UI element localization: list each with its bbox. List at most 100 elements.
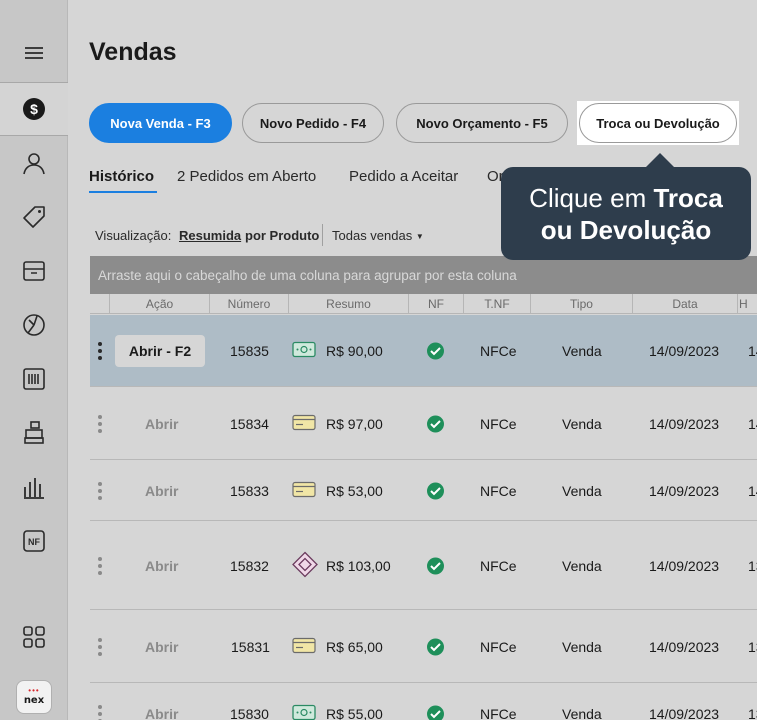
row-menu-icon[interactable]	[98, 556, 102, 575]
column-header-acao[interactable]: Ação	[110, 294, 210, 314]
sidebar-item-apps[interactable]	[0, 610, 68, 664]
nf-check-icon	[427, 342, 444, 359]
row-menu-icon[interactable]	[98, 705, 102, 720]
sale-value: R$ 90,00	[326, 342, 383, 359]
sidebar-item-caixa[interactable]	[0, 406, 68, 460]
nf-check-icon	[427, 638, 444, 655]
sale-number: 15833	[230, 482, 269, 499]
tab-pedidos-aberto[interactable]: 2 Pedidos em Aberto	[177, 168, 316, 185]
column-header-hora[interactable]: H	[738, 294, 757, 314]
sidebar-item-produtos[interactable]	[0, 190, 68, 244]
table-row[interactable]: Abrir 15833 R$ 53,00 NFCe Venda 14/09/20…	[90, 461, 757, 521]
open-sale-button[interactable]: Abrir - F2	[115, 334, 205, 367]
table-row[interactable]: Abrir 15831 R$ 65,00 NFCe Venda 14/09/20…	[90, 611, 757, 683]
column-header-nf[interactable]: NF	[409, 294, 464, 314]
column-header-tipo[interactable]: Tipo	[531, 294, 633, 314]
card-icon	[292, 414, 316, 433]
sale-hour: 14	[748, 342, 757, 359]
sale-number: 15831	[231, 638, 270, 655]
sidebar-item-relatorios[interactable]	[0, 460, 68, 514]
dollar-icon: $	[23, 98, 45, 120]
menu-button[interactable]	[0, 26, 68, 80]
sale-value: R$ 53,00	[326, 482, 383, 499]
column-header-numero[interactable]: Número	[210, 294, 289, 314]
table-row[interactable]: Abrir 15830 R$ 55,00 NFCe Venda 14/09/20…	[90, 684, 757, 720]
novo-pedido-button[interactable]: Novo Pedido - F4	[242, 103, 384, 143]
column-header-tnf[interactable]: T.NF	[464, 294, 531, 314]
table-row[interactable]: Abrir 15832 R$ 103,00 NFCe Venda 14/09/2…	[90, 522, 757, 610]
sidebar-item-nf[interactable]: NF	[0, 514, 68, 568]
nf-type: NFCe	[480, 706, 517, 720]
nf-type: NFCe	[480, 638, 517, 655]
sale-hour: 13	[748, 706, 757, 720]
sale-type: Venda	[562, 342, 602, 359]
sale-number: 15835	[230, 342, 269, 359]
sale-date: 14/09/2023	[649, 706, 720, 720]
nf-type: NFCe	[480, 342, 517, 359]
apps-icon	[23, 626, 45, 648]
filter-dropdown[interactable]: Todas vendas ▼	[332, 228, 424, 243]
row-menu-icon[interactable]	[98, 341, 102, 360]
nf-type: NFCe	[480, 482, 517, 499]
group-by-area[interactable]: Arraste aqui o cabeçalho de uma coluna p…	[90, 256, 757, 294]
sale-date: 14/09/2023	[649, 638, 720, 655]
novo-orcamento-button[interactable]: Novo Orçamento - F5	[396, 103, 568, 143]
table-row[interactable]: Abrir - F2 15835 R$ 90,00 NFCe Venda 14/…	[90, 315, 757, 387]
sale-number: 15834	[230, 415, 269, 432]
open-sale-link[interactable]: Abrir	[145, 558, 178, 574]
nf-check-icon	[427, 557, 444, 574]
open-sale-link[interactable]: Abrir	[145, 639, 178, 655]
column-header-resumo[interactable]: Resumo	[289, 294, 409, 314]
open-sale-link[interactable]: Abrir	[145, 416, 178, 432]
logo-text: nex	[23, 695, 45, 706]
sale-type: Venda	[562, 638, 602, 655]
page-title: Vendas	[89, 38, 177, 66]
sale-date: 14/09/2023	[649, 415, 720, 432]
sidebar-item-clientes[interactable]	[0, 136, 68, 190]
sale-date: 14/09/2023	[649, 342, 720, 359]
chart-bars-icon	[24, 478, 44, 499]
sale-value: R$ 65,00	[326, 638, 383, 655]
box-icon	[23, 261, 45, 281]
table-row[interactable]: Abrir 15834 R$ 97,00 NFCe Venda 14/09/20…	[90, 388, 757, 460]
sidebar-item-codigos[interactable]	[0, 352, 68, 406]
row-menu-icon[interactable]	[98, 414, 102, 433]
tab-historico[interactable]: Histórico	[89, 168, 154, 185]
nex-logo[interactable]: ••• nex	[16, 680, 52, 714]
sidebar-item-estoque[interactable]	[0, 244, 68, 298]
viz-divider	[322, 224, 323, 246]
tooltip-prefix: Clique em	[529, 183, 654, 213]
tooltip-arrow	[645, 153, 675, 168]
cash-icon	[292, 341, 316, 360]
row-menu-icon[interactable]	[98, 481, 102, 500]
visualization-label: Visualização:	[95, 228, 172, 243]
menu-icon	[25, 47, 43, 59]
sale-number: 15832	[230, 557, 269, 574]
sale-hour: 13	[748, 557, 757, 574]
nf-check-icon	[427, 415, 444, 432]
sale-value: R$ 55,00	[326, 706, 383, 720]
onboarding-tooltip: Clique em Troca ou Devolução	[501, 167, 751, 260]
sidebar-item-financeiro[interactable]	[0, 298, 68, 352]
nf-type: NFCe	[480, 557, 517, 574]
sidebar-item-vendas[interactable]: $	[0, 82, 68, 136]
tag-icon	[23, 206, 45, 228]
nova-venda-button[interactable]: Nova Venda - F3	[89, 103, 232, 143]
open-sale-link[interactable]: Abrir	[145, 483, 178, 499]
column-header-data[interactable]: Data	[633, 294, 738, 314]
view-resumida[interactable]: Resumida	[179, 228, 241, 243]
svg-text:$: $	[30, 101, 38, 117]
nf-icon: NF	[23, 530, 45, 552]
row-menu-icon[interactable]	[98, 637, 102, 656]
open-sale-link[interactable]: Abrir	[145, 706, 178, 720]
nf-check-icon	[427, 482, 444, 499]
troca-devolucao-button[interactable]: Troca ou Devolução	[579, 103, 737, 143]
sale-hour: 14	[748, 482, 757, 499]
view-por-produto[interactable]: por Produto	[245, 228, 319, 243]
sale-value: R$ 103,00	[326, 557, 391, 574]
troca-highlight: Troca ou Devolução	[577, 101, 739, 145]
sale-type: Venda	[562, 482, 602, 499]
tooltip-bold-1: Troca	[653, 183, 723, 213]
tab-pedido-aceitar[interactable]: Pedido a Aceitar	[349, 168, 458, 185]
sale-type: Venda	[562, 706, 602, 720]
